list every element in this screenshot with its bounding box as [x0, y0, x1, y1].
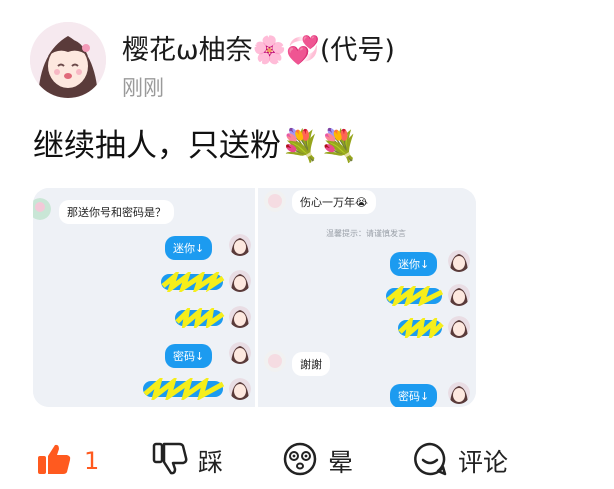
redacted-message-1 [386, 282, 444, 309]
comment-button[interactable]: 评论 [412, 436, 508, 486]
friend-avatar [264, 350, 286, 372]
user-avatar[interactable] [30, 22, 106, 98]
self-avatar [229, 234, 251, 256]
like-count: 1 [84, 447, 100, 475]
friend-avatar [264, 190, 286, 212]
username[interactable]: 樱花ω柚奈🌸💞(代号) [122, 28, 395, 67]
comment-label: 评论 [458, 448, 509, 477]
self-avatar [448, 284, 470, 306]
self-avatar [229, 342, 251, 364]
dizzy-button[interactable]: 晕 [282, 436, 353, 486]
post-header: 樱花ω柚奈🌸💞(代号) 刚刚 [30, 22, 590, 102]
chat-screenshot-left: 那送你号和密码是？ 迷你↓ 密码↓ [33, 188, 255, 407]
redacted-message-3 [143, 374, 225, 403]
self-avatar [229, 306, 251, 328]
received-message: 那送你号和密码是？ [59, 200, 174, 224]
sent-message-1: 迷你↓ [165, 236, 213, 260]
post-time: 刚刚 [122, 76, 164, 100]
self-avatar [229, 270, 251, 292]
post-image[interactable]: 那送你号和密码是？ 迷你↓ 密码↓ 伤心一万年😭 温馨提示：请谨慎发言 迷你↓ … [33, 188, 476, 407]
thumbs-down-icon [152, 441, 188, 481]
self-avatar [448, 382, 470, 404]
dizzy-label: 晕 [328, 448, 354, 477]
sent-message-4: 密码↓ [390, 384, 438, 407]
received-reply: 謝謝 [292, 352, 330, 376]
action-bar: 1 踩 晕 评论 [0, 436, 614, 486]
redacted-message-2 [175, 304, 225, 331]
sent-message-1: 迷你↓ [390, 252, 438, 276]
thumbs-up-icon [36, 441, 72, 481]
dislike-label: 踩 [198, 448, 224, 477]
redacted-message-1 [161, 268, 225, 295]
dizzy-face-icon [282, 441, 318, 481]
redacted-message-2 [398, 314, 444, 342]
comment-icon [412, 441, 448, 481]
dislike-button[interactable]: 踩 [152, 436, 223, 486]
chat-notice: 温馨提示：请谨慎发言 [326, 229, 406, 238]
self-avatar [448, 316, 470, 338]
self-avatar [448, 250, 470, 272]
self-avatar [229, 378, 251, 400]
friend-avatar [33, 198, 51, 220]
received-message: 伤心一万年😭 [292, 190, 376, 214]
sent-message-4: 密码↓ [165, 344, 213, 368]
post-text: 继续抽人，只送粉💐💐 [33, 128, 359, 164]
like-button[interactable]: 1 [36, 436, 99, 486]
chat-screenshot-right: 伤心一万年😭 温馨提示：请谨慎发言 迷你↓ 謝謝 密码↓ [258, 188, 476, 407]
